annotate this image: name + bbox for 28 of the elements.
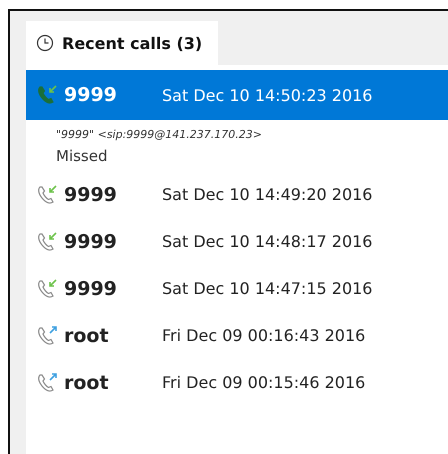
incoming-call-icon (36, 278, 58, 300)
call-time: Fri Dec 09 00:16:43 2016 (162, 326, 366, 345)
call-row[interactable]: 9999 Sat Dec 10 14:49:20 2016 (26, 171, 448, 218)
call-time: Sat Dec 10 14:49:20 2016 (162, 185, 372, 204)
caller-name: root (64, 324, 110, 346)
call-time: Sat Dec 10 14:47:15 2016 (162, 279, 372, 298)
incoming-call-icon (36, 230, 58, 252)
incoming-call-icon (36, 184, 58, 206)
call-row[interactable]: 9999 Sat Dec 10 14:50:23 2016 (26, 70, 448, 120)
call-row[interactable]: 9999 Sat Dec 10 14:48:17 2016 (26, 218, 448, 265)
caller-name: 9999 (64, 278, 118, 300)
call-row[interactable]: 9999 Sat Dec 10 14:47:15 2016 (26, 265, 448, 312)
caller-name: 9999 (64, 84, 118, 106)
call-time: Fri Dec 09 00:15:46 2016 (162, 373, 366, 392)
call-time: Sat Dec 10 14:48:17 2016 (162, 232, 372, 251)
caller-name: 9999 (64, 230, 118, 252)
caller-name: root (64, 372, 110, 394)
call-row[interactable]: root Fri Dec 09 00:15:46 2016 (26, 359, 448, 406)
caller-name: 9999 (64, 184, 118, 206)
clock-icon (36, 34, 54, 52)
incoming-call-icon (36, 84, 58, 106)
outgoing-call-icon (36, 372, 58, 394)
outgoing-call-icon (36, 324, 58, 346)
call-time: Sat Dec 10 14:50:23 2016 (162, 86, 372, 104)
call-status: Missed (56, 147, 108, 165)
sip-address: "9999" <sip:9999@141.237.170.23> (56, 128, 263, 141)
call-row[interactable]: root Fri Dec 09 00:16:43 2016 (26, 312, 448, 359)
recent-calls-tab[interactable]: Recent calls (3) (26, 21, 218, 65)
